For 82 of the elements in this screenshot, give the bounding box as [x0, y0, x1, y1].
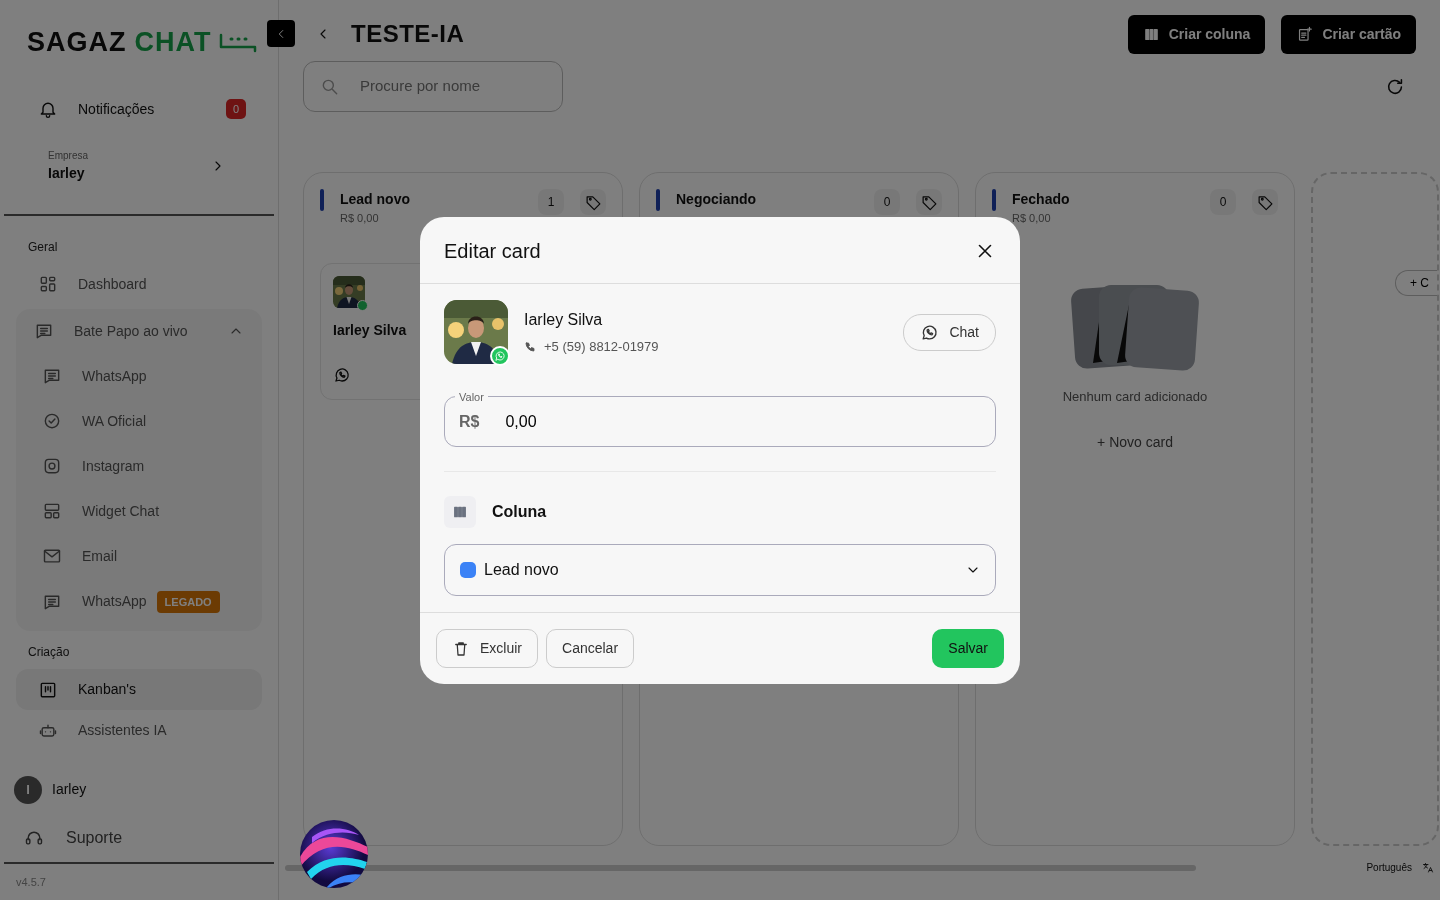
- contact-name: Iarley Silva: [333, 320, 408, 340]
- translate-icon: [1422, 861, 1434, 874]
- column-color-bar: [992, 189, 996, 211]
- sidebar-item[interactable]: Instagram: [16, 443, 262, 489]
- section-label: Geral: [27, 238, 59, 256]
- chat-button[interactable]: Chat: [903, 313, 996, 351]
- user-name: Iarley: [52, 780, 87, 799]
- user-avatar: I: [14, 775, 42, 804]
- dialog-title: Editar card: [444, 239, 541, 263]
- sidebar-item[interactable]: WhatsApp LEGADO: [16, 578, 262, 625]
- logo-text: CHAT: [134, 26, 212, 59]
- version-label: v4.5.7: [15, 874, 47, 890]
- sidebar-item[interactable]: Kanban's: [16, 669, 262, 710]
- dashboard-icon: [38, 274, 58, 294]
- create-button[interactable]: Criar coluna: [1127, 14, 1266, 54]
- company-name: Iarley: [48, 163, 86, 183]
- currency-prefix: R$: [459, 411, 480, 432]
- chat-icon: [34, 321, 54, 341]
- sidebar-item[interactable]: WhatsApp: [16, 353, 262, 399]
- sidebar-item[interactable]: Email: [16, 533, 262, 579]
- sidebar-group-label: Bate Papo ao vivo: [74, 321, 189, 341]
- column-select[interactable]: Lead novo: [444, 544, 996, 596]
- delete-button[interactable]: Excluir: [436, 629, 538, 668]
- collapse-button[interactable]: [267, 20, 295, 47]
- add-note-icon: [1296, 25, 1314, 43]
- logo-text: SAGAZ: [27, 26, 127, 59]
- horizontal-scrollbar[interactable]: [285, 864, 1197, 871]
- whatsapp-icon: [920, 322, 940, 342]
- column-title: Negociando: [676, 190, 758, 209]
- check-circle-icon: [42, 411, 62, 431]
- selected-value: Lead novo: [484, 560, 560, 580]
- value-input[interactable]: 0,00: [503, 408, 981, 435]
- notification-count-badge: 0: [225, 98, 246, 120]
- new-card-link[interactable]: + Novo card: [1097, 432, 1173, 453]
- sidebar-item[interactable]: Dashboard: [16, 263, 262, 305]
- whatsapp-icon: [333, 366, 351, 385]
- phone-icon: [524, 340, 536, 353]
- section-label: Criação: [27, 644, 71, 661]
- phone-number: +5 (59) 8812-01979: [544, 337, 659, 356]
- notifications-item[interactable]: Notificações 0: [0, 84, 278, 134]
- tag-button[interactable]: [580, 189, 606, 215]
- search-input[interactable]: Procure por nome: [358, 74, 528, 99]
- tag-icon: [920, 193, 938, 211]
- page-title: TESTE-IA: [351, 19, 465, 49]
- mail-icon: [42, 546, 62, 566]
- tag-icon: [1256, 193, 1274, 211]
- support-link[interactable]: Suporte: [4, 813, 274, 864]
- empty-state-text: Nenhum card adicionado: [1062, 387, 1208, 406]
- tag-button[interactable]: [1252, 189, 1278, 215]
- company-selector[interactable]: Empresa Iarley: [4, 133, 274, 216]
- column-title: Lead novo: [340, 190, 411, 209]
- chat-icon: [42, 366, 62, 386]
- column-color-bar: [320, 189, 324, 211]
- card-count: 0: [1210, 189, 1236, 215]
- card-count: 0: [874, 189, 900, 215]
- language-selector[interactable]: Português: [1366, 860, 1412, 875]
- tag-icon: [584, 193, 602, 211]
- sidebar-item[interactable]: WA Oficial: [16, 398, 262, 444]
- column-title: Fechado: [1012, 190, 1071, 209]
- trash-icon: [452, 639, 470, 658]
- whatsapp-badge: [357, 299, 368, 311]
- notifications-label: Notificações: [78, 99, 156, 119]
- column-total: R$ 0,00: [340, 211, 380, 226]
- columns-icon: [452, 504, 468, 520]
- contact-name: Iarley Silva: [524, 309, 604, 330]
- company-label: Empresa: [48, 148, 89, 163]
- create-button[interactable]: Criar cartão: [1281, 14, 1416, 54]
- sidebar-item[interactable]: Widget Chat: [16, 488, 262, 534]
- column-total: R$ 0,00: [1012, 211, 1052, 226]
- legacy-badge: LEGADO: [156, 590, 220, 613]
- save-button[interactable]: Salvar: [932, 629, 1004, 668]
- section-title: Coluna: [492, 502, 547, 522]
- cancel-button[interactable]: Cancelar: [546, 629, 635, 668]
- add-column-button[interactable]: + C: [1395, 270, 1437, 296]
- card-count: 1: [538, 189, 564, 215]
- sidebar-group-toggle[interactable]: Bate Papo ao vivo: [16, 308, 262, 354]
- sidebar-item[interactable]: Assistentes IA: [16, 710, 262, 751]
- camera-icon: [42, 456, 62, 476]
- tag-button[interactable]: [916, 189, 942, 215]
- column-color-bar: [656, 189, 660, 211]
- widget-icon: [42, 501, 62, 521]
- search-field[interactable]: Procure por nome: [303, 61, 563, 112]
